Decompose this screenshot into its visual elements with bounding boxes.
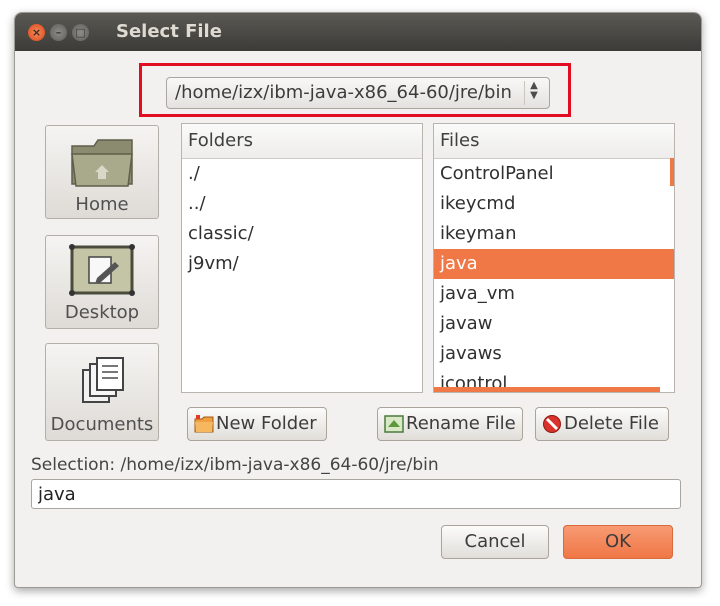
close-window-button[interactable]: × (28, 24, 45, 41)
place-documents-button[interactable]: Documents (45, 343, 159, 441)
files-scrollbar[interactable] (670, 158, 674, 186)
place-documents-label: Documents (50, 414, 154, 435)
cancel-button[interactable]: Cancel (441, 525, 549, 559)
delete-file-icon (543, 415, 561, 433)
folders-list[interactable]: Folders ./ ../ classic/ j9vm/ (181, 123, 423, 393)
documents-icon (82, 357, 124, 403)
desktop-icon (69, 244, 135, 296)
selection-input[interactable] (31, 479, 681, 509)
selection-label: Selection: /home/izx/ibm-java-x86_64-60/… (31, 455, 439, 475)
file-item[interactable]: java_vm (434, 279, 674, 309)
path-combo-value: /home/izx/ibm-java-x86_64-60/jre/bin (175, 82, 512, 103)
files-header[interactable]: Files (434, 124, 674, 159)
file-item-selected[interactable]: java (434, 249, 674, 279)
new-folder-icon (194, 415, 214, 433)
select-file-dialog: × – □ Select File /home/izx/ibm-java-x86… (14, 12, 702, 588)
ok-button[interactable]: OK (563, 525, 673, 559)
folder-item[interactable]: j9vm/ (182, 249, 422, 279)
rename-file-button[interactable]: Rename File (377, 407, 523, 441)
window-title: Select File (116, 21, 222, 42)
folders-header[interactable]: Folders (182, 124, 422, 159)
rename-file-label: Rename File (406, 413, 516, 434)
new-folder-button[interactable]: New Folder (187, 407, 327, 441)
folder-item[interactable]: ./ (182, 159, 422, 189)
new-folder-label: New Folder (216, 413, 317, 434)
minimize-window-button[interactable]: – (50, 24, 67, 41)
cancel-label: Cancel (464, 531, 526, 552)
file-item[interactable]: ControlPanel (434, 159, 674, 189)
delete-file-label: Delete File (564, 413, 659, 434)
file-item[interactable]: javaw (434, 309, 674, 339)
files-hscrollbar[interactable] (434, 387, 660, 392)
file-item[interactable]: ikeyman (434, 219, 674, 249)
ok-label: OK (605, 531, 631, 552)
rename-file-icon (384, 415, 404, 433)
maximize-window-button[interactable]: □ (72, 24, 89, 41)
delete-file-button[interactable]: Delete File (535, 407, 669, 441)
file-item[interactable]: ikeycmd (434, 189, 674, 219)
place-desktop-button[interactable]: Desktop (45, 235, 159, 329)
home-folder-icon (71, 139, 133, 187)
title-bar: × – □ Select File (15, 13, 701, 51)
place-home-label: Home (75, 194, 129, 215)
folder-item[interactable]: ../ (182, 189, 422, 219)
files-list[interactable]: Files ControlPanel ikeycmd ikeyman java … (433, 123, 675, 393)
place-desktop-label: Desktop (64, 302, 140, 323)
file-item[interactable]: javaws (434, 339, 674, 369)
combo-spinner-icon[interactable]: ▲ ▼ (524, 81, 543, 105)
folder-item[interactable]: classic/ (182, 219, 422, 249)
place-home-button[interactable]: Home (45, 125, 159, 219)
path-combo-box[interactable]: /home/izx/ibm-java-x86_64-60/jre/bin ▲ ▼ (166, 77, 550, 109)
